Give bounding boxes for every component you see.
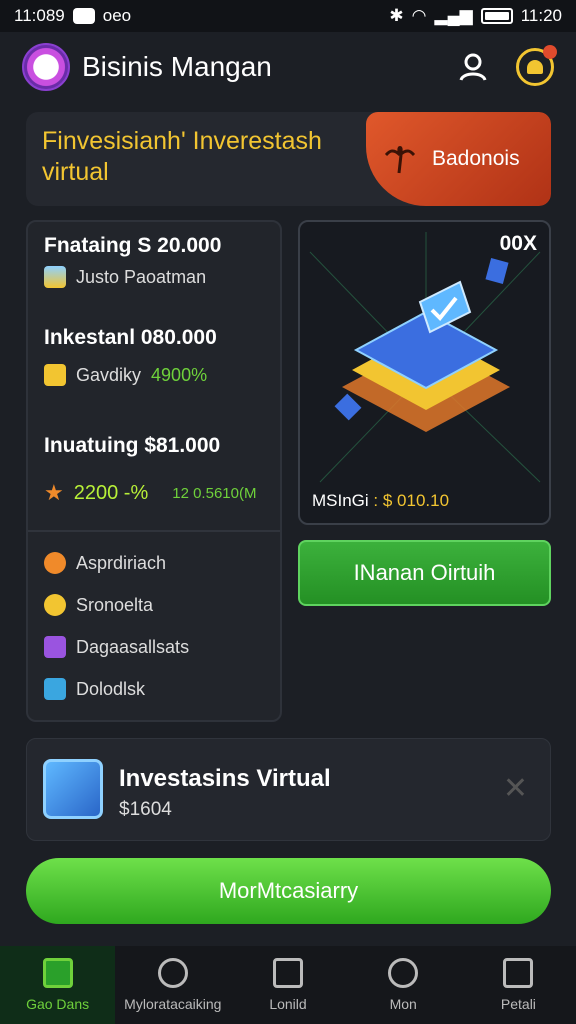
palm-tree-icon [384, 146, 416, 174]
nav-item-petali[interactable]: Petali [461, 946, 576, 1024]
note-icon [44, 364, 66, 386]
nav-label: Myloratacaiking [124, 996, 222, 1012]
nav-label: Gao Dans [26, 996, 90, 1012]
notification-badge [543, 45, 557, 59]
menu-item-2[interactable]: Sronoelta [44, 594, 153, 616]
stat-row-2: Inkestanl 080.000 [44, 326, 217, 350]
investment-visual: 00X MSInGi : $ 010.10 [298, 220, 551, 525]
stats-panel: Fnataing S 20.000 Justo Paoatman Inkesta… [26, 220, 282, 722]
stat-row-1: Fnataing S 20.000 [44, 234, 221, 258]
isometric-illustration [309, 232, 541, 483]
menu-item-label: Dagaasallsats [76, 636, 190, 657]
menu-item-1[interactable]: Asprdiriach [44, 552, 166, 574]
investment-card[interactable]: Investasins Virtual $1604 ✕ [26, 738, 551, 841]
card-icon [43, 759, 103, 819]
status-time-left: 11:089 [14, 6, 65, 25]
brand-title: Bisinis Mangan [82, 51, 272, 82]
flame-icon [44, 552, 66, 574]
stat-2-value: Inkestanl 080.000 [44, 326, 217, 349]
card-title: Investasins Virtual [119, 765, 331, 792]
wifi-icon: ◠ [411, 6, 427, 25]
stat-row-3: Inuatuing $81.000 [44, 434, 220, 458]
nav-label: Petali [500, 996, 536, 1012]
nav-label: Mon [389, 996, 417, 1012]
close-icon[interactable]: ✕ [503, 771, 528, 806]
stat-3-secondary: 12 0.5610(M [172, 484, 257, 502]
coin-icon [44, 594, 66, 616]
menu-item-3[interactable]: Dagaasallsats [44, 636, 189, 658]
card-price: $1604 [119, 799, 172, 820]
search-icon [157, 958, 188, 988]
search-icon [388, 958, 419, 988]
banner-title: Finvesisianh' Inverestash virtual [42, 127, 322, 187]
visual-amount-row: MSInGi : $ 010.10 [312, 491, 449, 511]
promo-button[interactable]: Badonois [366, 112, 551, 206]
close-box-icon [273, 958, 303, 988]
bottom-nav: Gao Dans Myloratacaiking Lonild Mon Peta… [0, 946, 576, 1024]
divider [28, 530, 280, 532]
stat-2-highlight: 4900% [151, 364, 208, 385]
stat-3-value: Inuatuing $81.000 [44, 434, 221, 457]
mail-icon [72, 8, 95, 24]
nav-label: Lonild [269, 996, 307, 1012]
user-icon[interactable] [458, 52, 488, 82]
main-action-button[interactable]: MorMtcasiarry [26, 858, 551, 924]
nav-item-home[interactable]: Gao Dans [0, 946, 116, 1024]
home-icon [42, 958, 73, 988]
bluetooth-icon: ✱ [389, 6, 404, 25]
zoom-label: 00X [499, 232, 537, 255]
nav-item-close-box[interactable]: Lonild [230, 946, 345, 1024]
status-time-right: 11:20 [520, 6, 562, 25]
stat-row-2-sub: Gavdiky 4900% [44, 364, 207, 386]
carrier-label: oeo [102, 6, 132, 25]
stat-1-sub: Justo Paoatman [76, 266, 207, 287]
star-icon: ★ [44, 480, 64, 505]
square-icon [503, 958, 534, 988]
menu-item-label: Sronoelta [76, 594, 154, 615]
menu-item-label: Dolodlsk [76, 678, 146, 699]
virtual-investment-button[interactable]: INanan Oirtuih [298, 540, 551, 606]
battery-icon [480, 8, 513, 24]
visual-label: MSInGi [312, 491, 369, 510]
nav-item-search[interactable]: Myloratacaiking [115, 946, 230, 1024]
nav-item-mon[interactable]: Mon [346, 946, 461, 1024]
menu-item-4[interactable]: Dolodlsk [44, 678, 145, 700]
stat-row-1-sub: Justo Paoatman [44, 266, 206, 288]
app-header: Bisinis Mangan [0, 32, 576, 102]
stat-1-value: Fnataing S 20.000 [44, 234, 222, 257]
document-icon [44, 678, 66, 700]
notification-icon[interactable] [516, 45, 557, 86]
visual-amount: : $ 010.10 [373, 491, 450, 510]
promo-banner[interactable]: Finvesisianh' Inverestash virtual Badono… [26, 112, 551, 206]
stack-icon [44, 266, 66, 288]
promo-label: Badonois [432, 147, 520, 170]
app-logo[interactable] [22, 43, 70, 91]
stat-2-sub: Gavdiky [76, 364, 142, 385]
menu-item-label: Asprdiriach [76, 552, 167, 573]
status-bar: 11:089 oeo ✱ ◠ ▂▄▆ 11:20 [0, 0, 576, 32]
stat-3-change: 2200 -% [73, 481, 149, 504]
cube-icon [44, 636, 66, 658]
signal-icon: ▂▄▆ [434, 6, 473, 25]
stat-row-3-sub: ★ 2200 -% 12 0.5610(M [44, 480, 256, 506]
